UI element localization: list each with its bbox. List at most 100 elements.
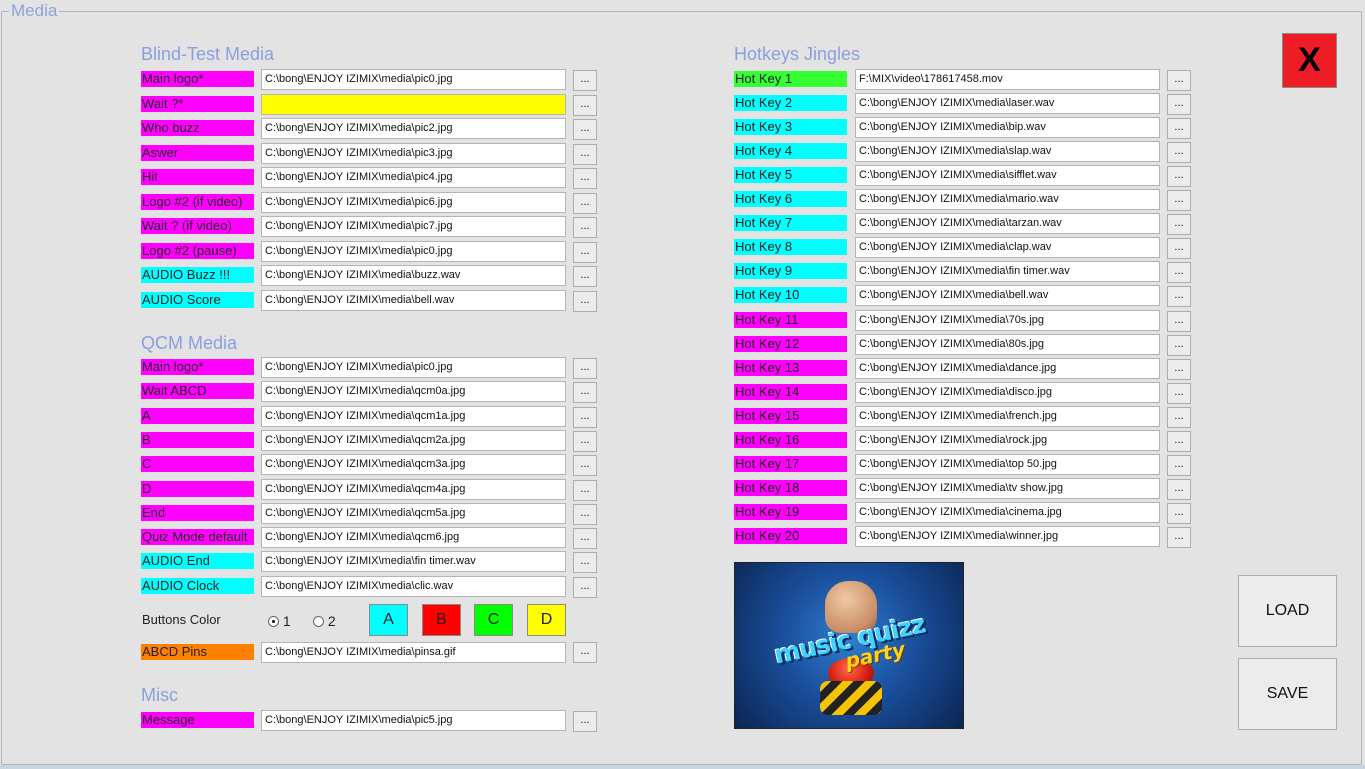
row-browse-button[interactable]: ... [573,94,597,116]
row-browse-button[interactable]: ... [1167,94,1191,116]
row-path-field[interactable]: C:\bong\ENJOY IZIMIX\media\pic7.jpg [261,216,566,237]
row-path-field[interactable]: C:\bong\ENJOY IZIMIX\media\fin timer.wav [855,261,1160,283]
row-browse-button[interactable]: ... [573,406,597,428]
row-path-field[interactable]: C:\bong\ENJOY IZIMIX\media\pic5.jpg [261,710,566,731]
row-browse-button[interactable]: ... [1167,334,1191,356]
row-path-field[interactable]: C:\bong\ENJOY IZIMIX\media\pic4.jpg [261,167,566,188]
abcd-pins-browse-button[interactable]: ... [573,642,597,663]
save-button[interactable]: SAVE [1238,658,1337,730]
row-browse-button[interactable]: ... [573,217,597,238]
row-path-field[interactable]: C:\bong\ENJOY IZIMIX\media\bell.wav [855,285,1160,307]
logo-preview-image: music quizz party [734,562,964,729]
row-browse-button[interactable]: ... [1167,70,1191,91]
row-browse-button[interactable]: ... [1167,310,1191,332]
row-browse-button[interactable]: ... [1167,358,1191,380]
row-browse-button[interactable]: ... [573,241,597,263]
row-path-field[interactable]: C:\bong\ENJOY IZIMIX\media\laser.wav [855,93,1160,115]
row-browse-button[interactable]: ... [1167,478,1191,500]
row-path-field[interactable]: C:\bong\ENJOY IZIMIX\media\pic0.jpg [261,69,566,90]
close-button[interactable]: X [1282,33,1337,88]
row-path-field[interactable]: C:\bong\ENJOY IZIMIX\media\qcm5a.jpg [261,502,566,524]
row-path-field[interactable]: C:\bong\ENJOY IZIMIX\media\70s.jpg [855,309,1160,331]
row-path-field[interactable] [261,93,566,115]
row-path-field[interactable]: C:\bong\ENJOY IZIMIX\media\pic6.jpg [261,191,566,213]
row-browse-button[interactable]: ... [1167,382,1191,404]
row-path-field[interactable]: C:\bong\ENJOY IZIMIX\media\dance.jpg [855,357,1160,379]
row-browse-button[interactable]: ... [1167,286,1191,308]
row-path-field[interactable]: C:\bong\ENJOY IZIMIX\media\qcm4a.jpg [261,478,566,500]
row-browse-button[interactable]: ... [1167,238,1191,260]
row-path-field[interactable]: C:\bong\ENJOY IZIMIX\media\clic.wav [261,575,566,597]
abcd-pins-field[interactable]: C:\bong\ENJOY IZIMIX\media\pinsa.gif [261,642,566,663]
color-button-b[interactable]: B [422,604,461,636]
row-browse-button[interactable]: ... [573,711,597,732]
row-browse-button[interactable]: ... [573,552,597,574]
media-groupbox-title: Media [9,1,60,21]
row-label: Wait ABCD [141,383,254,400]
row-browse-button[interactable]: ... [1167,262,1191,284]
row-browse-button[interactable]: ... [573,382,597,404]
row-path-field[interactable]: C:\bong\ENJOY IZIMIX\media\qcm0a.jpg [261,381,566,403]
row-browse-button[interactable]: ... [1167,214,1191,236]
row-path-field[interactable]: C:\bong\ENJOY IZIMIX\media\qcm1a.jpg [261,405,566,427]
row-path-field[interactable]: C:\bong\ENJOY IZIMIX\media\fin timer.wav [261,551,566,573]
row-path-field[interactable]: C:\bong\ENJOY IZIMIX\media\top 50.jpg [855,453,1160,475]
row-browse-button[interactable]: ... [1167,118,1191,140]
row-browse-button[interactable]: ... [573,358,597,379]
row-path-field[interactable]: C:\bong\ENJOY IZIMIX\media\cinema.jpg [855,501,1160,523]
load-button[interactable]: LOAD [1238,575,1337,647]
row-path-field[interactable]: C:\bong\ENJOY IZIMIX\media\sifflet.wav [855,165,1160,187]
color-button-c[interactable]: C [474,604,513,636]
row-browse-button[interactable]: ... [1167,502,1191,524]
row-path-field[interactable]: C:\bong\ENJOY IZIMIX\media\qcm2a.jpg [261,429,566,451]
row-browse-button[interactable]: ... [1167,190,1191,212]
blind-test-section-title: Blind-Test Media [141,44,275,64]
row-browse-button[interactable]: ... [1167,406,1191,428]
row-browse-button[interactable]: ... [1167,454,1191,476]
row-browse-button[interactable]: ... [573,70,597,91]
color-button-a[interactable]: A [369,604,408,636]
row-browse-button[interactable]: ... [1167,142,1191,164]
row-path-field[interactable]: C:\bong\ENJOY IZIMIX\media\qcm6.jpg [261,527,566,549]
row-browse-button[interactable]: ... [573,192,597,214]
row-browse-button[interactable]: ... [573,479,597,501]
row-browse-button[interactable]: ... [573,290,597,312]
row-browse-button[interactable]: ... [573,266,597,287]
row-path-field[interactable]: C:\bong\ENJOY IZIMIX\media\tv show.jpg [855,477,1160,499]
row-path-field[interactable]: C:\bong\ENJOY IZIMIX\media\mario.wav [855,189,1160,211]
row-path-field[interactable]: C:\bong\ENJOY IZIMIX\media\clap.wav [855,237,1160,259]
row-path-field[interactable]: C:\bong\ENJOY IZIMIX\media\rock.jpg [855,429,1160,451]
radio-1-icon[interactable] [268,616,279,627]
buttons-color-radio-1[interactable]: 1 [268,612,291,630]
row-path-field[interactable]: C:\bong\ENJOY IZIMIX\media\slap.wav [855,141,1160,163]
row-browse-button[interactable]: ... [1167,526,1191,548]
row-path-field[interactable]: C:\bong\ENJOY IZIMIX\media\pic0.jpg [261,240,566,262]
row-path-field[interactable]: C:\bong\ENJOY IZIMIX\media\tarzan.wav [855,213,1160,235]
buttons-color-radio-2[interactable]: 2 [313,612,336,630]
row-browse-button[interactable]: ... [573,503,597,525]
color-button-d[interactable]: D [527,604,566,636]
row-path-field[interactable]: C:\bong\ENJOY IZIMIX\media\pic3.jpg [261,142,566,164]
row-path-field[interactable]: F:\MIX\video\178617458.mov [855,69,1160,90]
row-path-field[interactable]: C:\bong\ENJOY IZIMIX\media\disco.jpg [855,381,1160,403]
row-path-field[interactable]: C:\bong\ENJOY IZIMIX\media\bell.wav [261,289,566,311]
row-browse-button[interactable]: ... [573,528,597,550]
row-path-field[interactable]: C:\bong\ENJOY IZIMIX\media\80s.jpg [855,333,1160,355]
row-browse-button[interactable]: ... [573,168,597,189]
radio-2-icon[interactable] [313,616,324,627]
row-path-field[interactable]: C:\bong\ENJOY IZIMIX\media\french.jpg [855,405,1160,427]
row-path-field[interactable]: C:\bong\ENJOY IZIMIX\media\pic0.jpg [261,357,566,378]
row-label: Hot Key 2 [734,95,847,112]
row-browse-button[interactable]: ... [1167,166,1191,188]
row-path-field[interactable]: C:\bong\ENJOY IZIMIX\media\qcm3a.jpg [261,454,566,476]
row-path-field[interactable]: C:\bong\ENJOY IZIMIX\media\buzz.wav [261,265,566,286]
row-browse-button[interactable]: ... [573,119,597,140]
row-browse-button[interactable]: ... [573,143,597,165]
row-path-field[interactable]: C:\bong\ENJOY IZIMIX\media\pic2.jpg [261,118,566,139]
row-path-field[interactable]: C:\bong\ENJOY IZIMIX\media\bip.wav [855,117,1160,139]
row-browse-button[interactable]: ... [573,430,597,452]
row-browse-button[interactable]: ... [573,576,597,598]
row-path-field[interactable]: C:\bong\ENJOY IZIMIX\media\winner.jpg [855,525,1160,547]
row-browse-button[interactable]: ... [573,455,597,477]
row-browse-button[interactable]: ... [1167,430,1191,452]
